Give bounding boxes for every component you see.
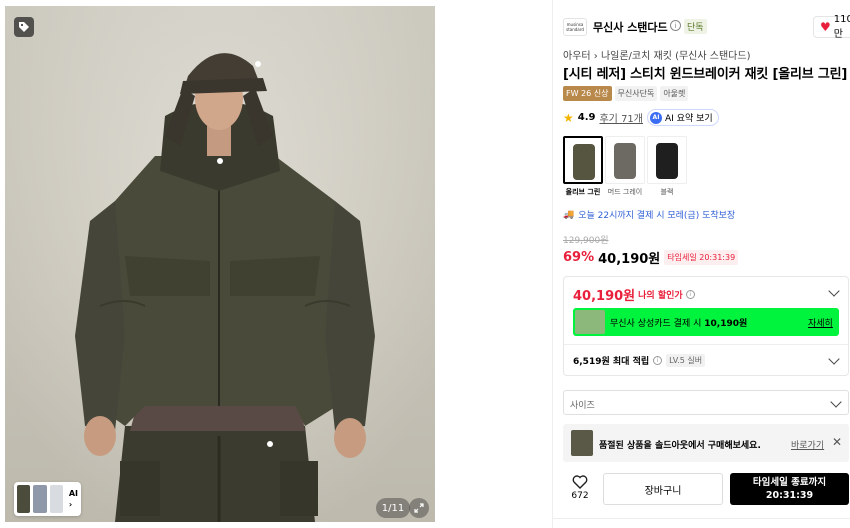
- soldout-link[interactable]: 바로가기: [791, 438, 824, 451]
- color-option-olive-green[interactable]: 올리브 그린: [563, 136, 603, 197]
- color-label: 머드 그레이: [607, 188, 643, 196]
- exclusive-badge: 단독: [684, 19, 707, 34]
- brand-like-button[interactable]: ♥ 110만: [813, 14, 850, 40]
- delivery-text: 오늘 22시까지 결제 시 모레(금) 도착보장: [578, 211, 736, 221]
- breadcrumb[interactable]: 아우터 › 나일론/코치 재킷 (무신사 스탠다드): [563, 47, 750, 62]
- color-swatch-image: [605, 136, 645, 184]
- soldout-text: 품절된 상품을 솔드아웃에서 구매해보세요.: [599, 441, 761, 451]
- ai-label: AI: [68, 489, 79, 498]
- color-options: 올리브 그린 머드 그레이 블랙: [563, 136, 687, 197]
- chevron-down-icon[interactable]: [828, 285, 840, 297]
- heart-outline-icon: [572, 475, 588, 489]
- ai-summary-label: AI 요약 보기: [665, 114, 713, 124]
- brand-name[interactable]: 무신사 스탠다드: [593, 19, 668, 35]
- size-placeholder: 사이즈: [570, 401, 595, 411]
- my-price[interactable]: 40,190원 나의 할인가 i: [573, 285, 695, 304]
- soldout-product-image: [571, 430, 593, 456]
- original-price: 129,900원: [563, 236, 609, 246]
- my-price-label: 나의 할인가: [638, 291, 683, 301]
- thumbnail-image: [17, 485, 31, 513]
- product-badges: FW 26 신상 무신사단독 아울렛: [563, 86, 689, 101]
- outlet-tag: 아울렛: [660, 86, 689, 101]
- discount-rate: 69%: [563, 250, 595, 265]
- card-detail-link[interactable]: 자세히: [808, 316, 833, 329]
- buy-now-button[interactable]: 타임세일 종료까지 20:31:39: [730, 473, 849, 505]
- card-promo-text: 무신사 상성카드 결제 시: [610, 319, 702, 329]
- product-title: [시티 레저] 스티치 윈드브레이커 재킷 [올리브 그린]: [563, 67, 848, 82]
- chevron-down-icon: [830, 396, 842, 408]
- my-discount-box: 40,190원 나의 할인가 i 무신사 상성카드 결제 시 10,190원 자…: [563, 276, 849, 376]
- buy-button-timer: 20:31:39: [765, 490, 814, 501]
- ai-summary-button[interactable]: AI AI 요약 보기: [647, 109, 719, 126]
- divider: [564, 344, 848, 345]
- color-swatch-image: [563, 136, 603, 184]
- product-image-gallery[interactable]: AI › 1/11: [5, 6, 435, 522]
- delivery-info[interactable]: 🚚 오늘 22시까지 결제 시 모레(금) 도착보장: [563, 208, 736, 222]
- expand-icon[interactable]: [409, 498, 429, 518]
- review-count-link[interactable]: 후기 71개: [599, 110, 643, 125]
- sale-price: 40,190원: [598, 252, 661, 267]
- product-info-panel: musinsa standard 무신사 스탠다드 i 단독 ♥ 110만 아우…: [552, 0, 850, 528]
- color-swatch-image: [647, 136, 687, 184]
- wishlist-count: 672: [571, 491, 589, 501]
- timesale-badge: 타임세일 20:31:39: [664, 250, 739, 265]
- product-photo: [75, 53, 375, 522]
- info-icon[interactable]: i: [685, 290, 695, 299]
- truck-icon: 🚚: [563, 209, 575, 220]
- color-option-mud-gray[interactable]: 머드 그레이: [605, 136, 645, 197]
- like-count: 110만: [833, 14, 850, 40]
- wishlist-button[interactable]: 672: [563, 475, 597, 505]
- size-select[interactable]: 사이즈: [563, 390, 849, 415]
- brand-row: musinsa standard 무신사 스탠다드 i 단독 ♥ 110만: [563, 14, 850, 40]
- ai-lookbook-thumbnail[interactable]: AI ›: [14, 482, 81, 516]
- color-label: 올리브 그린: [565, 188, 601, 196]
- info-icon[interactable]: i: [653, 356, 663, 365]
- thumbnail-image: [33, 485, 47, 513]
- rating-row: ★ 4.9 후기 71개 AI AI 요약 보기: [563, 109, 719, 126]
- star-icon: ★: [563, 110, 574, 125]
- ai-icon: AI: [650, 111, 662, 124]
- rating-score: 4.9: [577, 112, 596, 123]
- info-icon[interactable]: i: [670, 20, 681, 31]
- points-row[interactable]: 6,519원 최대 적립 i LV.5 실버: [573, 354, 706, 367]
- max-points: 6,519원 최대 적립: [573, 357, 650, 367]
- heart-icon: ♥: [820, 20, 831, 34]
- exclusive-tag: 무신사단독: [614, 86, 658, 101]
- chevron-down-icon[interactable]: [828, 353, 840, 365]
- chevron-right-icon: ›: [68, 500, 73, 509]
- price-row: 69% 40,190원 타임세일 20:31:39: [563, 248, 739, 267]
- brand-logo[interactable]: musinsa standard: [563, 18, 587, 36]
- my-price-amount: 40,190원: [573, 289, 636, 304]
- image-counter: 1/11: [376, 498, 410, 518]
- soldout-banner: 품절된 상품을 솔드아웃에서 구매해보세요. 바로가기 ✕: [563, 424, 849, 462]
- card-image: [575, 310, 605, 334]
- close-icon[interactable]: ✕: [832, 435, 842, 449]
- color-label: 블랙: [660, 188, 674, 196]
- add-to-cart-button[interactable]: 장바구니: [603, 473, 723, 505]
- card-promo-banner[interactable]: 무신사 상성카드 결제 시 10,190원 자세히: [573, 308, 839, 336]
- member-level-badge: LV.5 실버: [666, 354, 706, 367]
- tag-icon[interactable]: [14, 17, 34, 37]
- color-option-black[interactable]: 블랙: [647, 136, 687, 197]
- card-promo-price: 10,190원: [704, 319, 748, 329]
- buy-button-label: 타임세일 종료까지: [752, 477, 827, 488]
- divider: [553, 518, 850, 519]
- season-badge: FW 26 신상: [563, 86, 612, 101]
- thumbnail-image: [49, 485, 63, 513]
